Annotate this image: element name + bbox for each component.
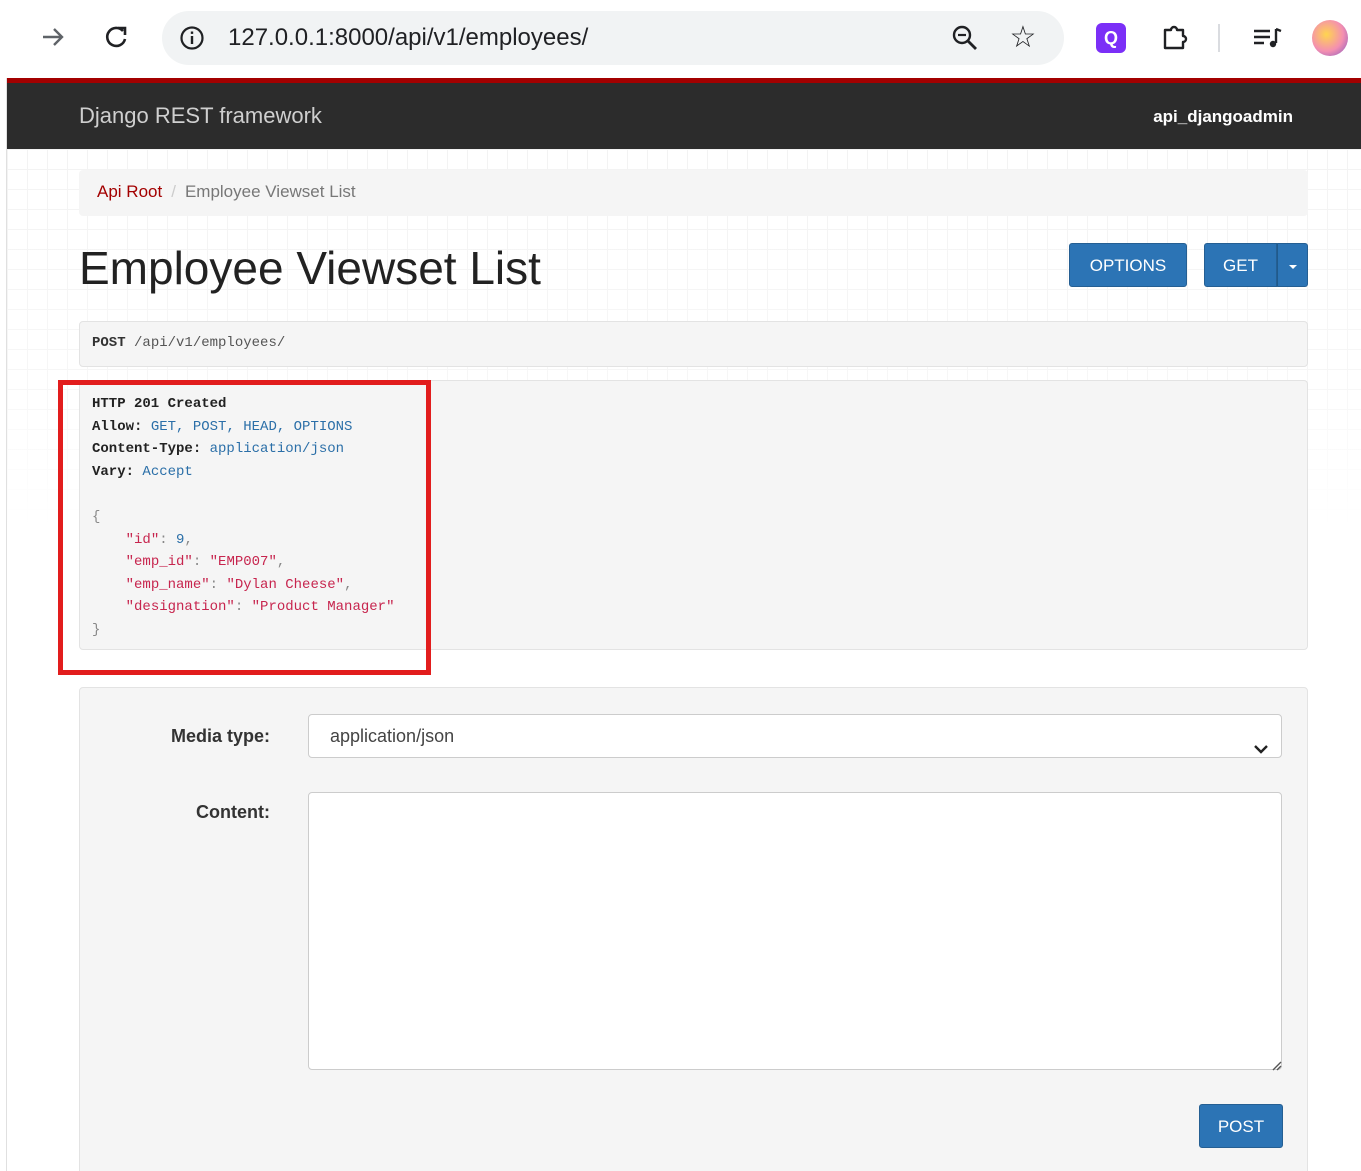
navbar: Django REST framework api_djangoadmin	[7, 78, 1361, 149]
caret-down-icon	[1288, 264, 1297, 269]
get-format-dropdown-button[interactable]	[1277, 243, 1308, 287]
media-controls-icon[interactable]	[1250, 22, 1284, 54]
options-button[interactable]: OPTIONS	[1069, 243, 1187, 287]
toolbar-divider	[1218, 24, 1220, 52]
breadcrumb: Api Root / Employee Viewset List	[79, 170, 1308, 216]
raw-data-form: Media type: application/json Content: PO…	[79, 687, 1308, 1171]
site-info-icon[interactable]	[178, 24, 206, 52]
request-method: POST	[92, 335, 126, 351]
get-button[interactable]: GET	[1204, 243, 1277, 287]
chevron-down-icon	[1253, 729, 1269, 754]
forward-arrow-icon[interactable]	[38, 20, 68, 54]
breadcrumb-api-root[interactable]: Api Root	[97, 182, 162, 201]
extensions-puzzle-icon[interactable]	[1158, 20, 1192, 54]
request-path: /api/v1/employees/	[134, 335, 286, 351]
content-textarea[interactable]	[308, 792, 1282, 1070]
navbar-user[interactable]: api_djangoadmin	[1153, 107, 1293, 127]
profile-avatar[interactable]	[1312, 20, 1348, 56]
navbar-brand[interactable]: Django REST framework	[79, 103, 322, 129]
breadcrumb-separator: /	[171, 182, 176, 201]
page-title: Employee Viewset List	[79, 242, 541, 294]
content-label: Content:	[196, 802, 270, 822]
media-type-label: Media type:	[170, 726, 270, 746]
browser-toolbar: 127.0.0.1:8000/api/v1/employees/ ☆ Q	[0, 0, 1361, 78]
bookmark-star-icon[interactable]: ☆	[1006, 21, 1040, 55]
post-button[interactable]: POST	[1199, 1104, 1283, 1148]
extension-q-icon[interactable]: Q	[1096, 23, 1126, 53]
media-type-select[interactable]: application/json	[308, 714, 1282, 758]
breadcrumb-current: Employee Viewset List	[184, 182, 356, 201]
address-bar[interactable]: 127.0.0.1:8000/api/v1/employees/ ☆	[162, 11, 1064, 65]
media-type-value: application/json	[330, 726, 455, 746]
annotation-highlight-box	[58, 380, 431, 675]
reload-icon[interactable]	[101, 20, 131, 54]
zoom-icon[interactable]	[950, 23, 980, 53]
url-text[interactable]: 127.0.0.1:8000/api/v1/employees/	[228, 23, 588, 53]
request-info: POST /api/v1/employees/	[79, 321, 1308, 367]
resize-handle-icon[interactable]	[1270, 1058, 1282, 1071]
page-viewport: Django REST framework api_djangoadmin Ap…	[6, 78, 1361, 1171]
